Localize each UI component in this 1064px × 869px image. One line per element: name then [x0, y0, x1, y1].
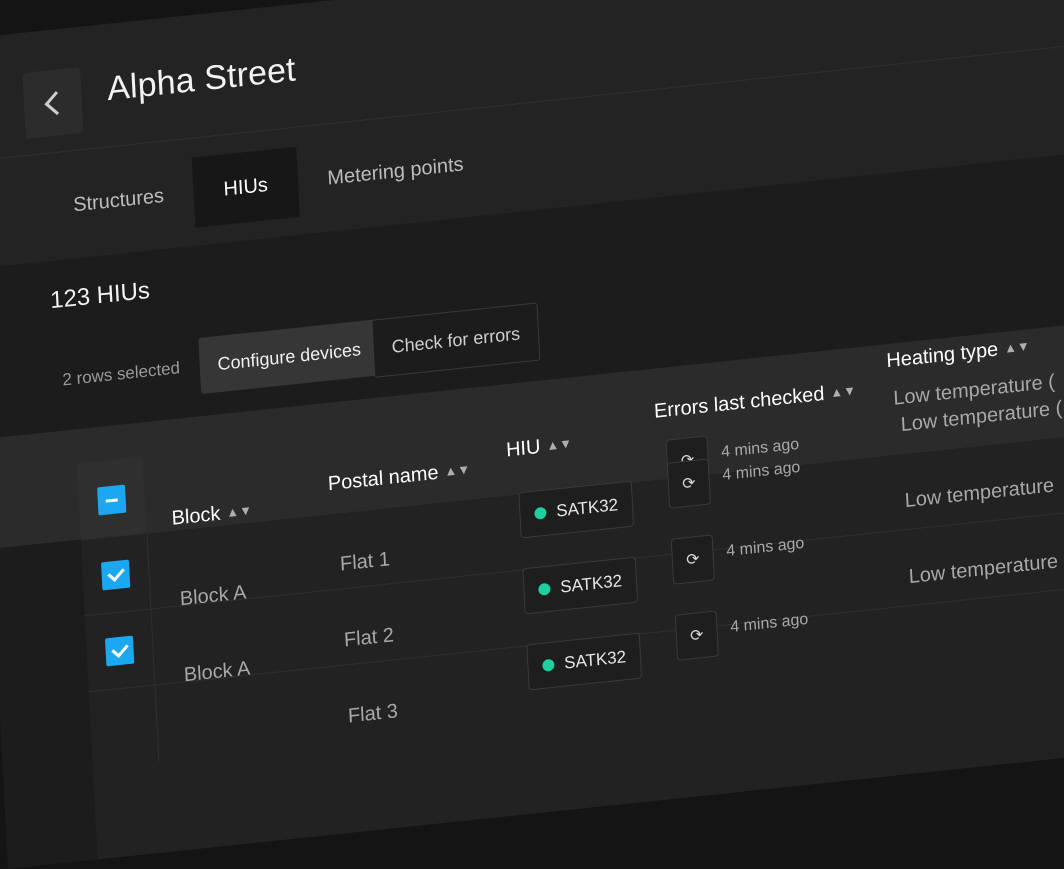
hiu-id: SATK32	[559, 571, 623, 597]
checkmark-icon	[110, 639, 129, 659]
row-checkbox-cell	[84, 609, 156, 693]
refresh-button[interactable]: ⟳	[666, 458, 711, 509]
sort-icon[interactable]: ▲▼	[546, 436, 572, 454]
column-label-postal-name: Postal name	[327, 461, 440, 496]
refresh-icon: ⟳	[681, 474, 697, 494]
column-label-hiu: HIU	[505, 435, 541, 462]
column-label-heating-type: Heating type	[885, 338, 999, 373]
column-label-errors-last-checked: Errors last checked	[653, 382, 825, 423]
refresh-button[interactable]: ⟳	[674, 610, 719, 661]
errors-checked-time: 4 mins ago	[720, 435, 800, 462]
status-dot-icon	[534, 506, 547, 520]
status-dot-icon	[538, 582, 551, 596]
sort-icon[interactable]: ▲▼	[226, 502, 252, 520]
hiu-id: SATK32	[563, 647, 627, 673]
sort-icon[interactable]: ▲▼	[444, 461, 470, 479]
hiu-count: 123 HIUs	[49, 276, 151, 315]
tab-structures[interactable]: Structures	[42, 158, 196, 244]
page-title: Alpha Street	[106, 50, 297, 109]
hiu-id: SATK32	[555, 495, 619, 521]
hiu-section: 123 HIUs 2 rows selected Configure devic…	[0, 143, 1064, 869]
status-dot-icon	[542, 658, 555, 672]
configure-devices-button[interactable]: Configure devices	[198, 319, 381, 395]
postal-name-cell: Flat 2	[343, 624, 395, 652]
sort-icon[interactable]: ▲▼	[1004, 338, 1030, 356]
select-all-checkbox[interactable]	[97, 484, 127, 516]
row-checkbox-cell	[88, 685, 160, 769]
tab-metering-points[interactable]: Metering points	[296, 126, 495, 217]
column-header-errors-last-checked[interactable]: Errors last checked ▲▼	[654, 380, 857, 424]
tab-hius[interactable]: HIUs	[191, 146, 300, 228]
postal-name-cell: Flat 1	[339, 548, 391, 576]
header-checkbox-cell	[76, 456, 147, 540]
column-header-postal-name[interactable]: Postal name ▲▼	[327, 458, 470, 496]
postal-name-cell: Flat 3	[347, 700, 399, 728]
refresh-icon: ⟳	[685, 550, 700, 570]
row-checkbox[interactable]	[104, 635, 135, 667]
column-header-heating-type[interactable]: Heating type ▲▼	[886, 335, 1030, 373]
app-window: Alpha Street Structures HIUs Metering po…	[0, 0, 1064, 869]
selection-count: 2 rows selected	[61, 358, 181, 390]
row-checkbox-cell	[80, 533, 152, 617]
minus-icon	[105, 497, 118, 503]
refresh-button[interactable]: ⟳	[670, 534, 715, 585]
back-button[interactable]	[22, 66, 84, 139]
column-header-hiu[interactable]: HIU ▲▼	[506, 433, 573, 463]
checkmark-icon	[106, 563, 125, 583]
row-checkbox[interactable]	[101, 559, 131, 591]
refresh-icon: ⟳	[689, 626, 704, 646]
chevron-left-icon	[43, 90, 68, 115]
check-errors-button[interactable]: Check for errors	[371, 302, 541, 378]
sort-icon[interactable]: ▲▼	[830, 383, 856, 401]
